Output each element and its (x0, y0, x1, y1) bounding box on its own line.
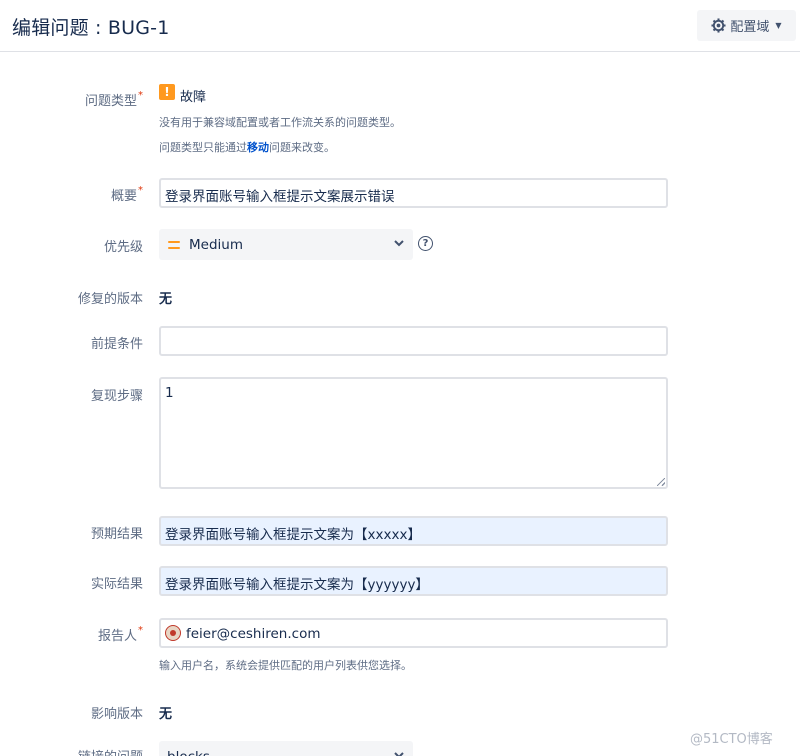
linked-issues-label: 链接的问题 (78, 746, 143, 756)
resize-handle[interactable] (657, 478, 665, 486)
issue-type-hint: 没有用于兼容域配置或者工作流关系的问题类型。 (159, 116, 401, 129)
gear-icon (711, 18, 726, 33)
linked-issues-select[interactable]: blocks (159, 741, 413, 756)
caret-down-icon: ▼ (775, 21, 782, 30)
affects-version-label: 影响版本 (90, 707, 143, 722)
page-header: 编辑问题 : BUG-1 配置域 ▼ (0, 0, 800, 52)
priority-value: Medium (189, 236, 243, 253)
issue-type-value: 故障 (180, 90, 207, 105)
summary-input[interactable]: 登录界面账号输入框提示文案展示错误 (159, 178, 668, 208)
chevron-down-icon (394, 240, 404, 247)
precondition-label: 前提条件 (90, 337, 143, 352)
priority-label: 优先级 (103, 240, 143, 255)
watermark: @51CTO博客 (690, 732, 773, 747)
expected-input[interactable]: 登录界面账号输入框提示文案为【xxxxx】 (159, 516, 668, 546)
avatar (165, 625, 181, 641)
summary-label: 概要* (110, 185, 143, 204)
issue-type-label: 问题类型* (84, 90, 143, 109)
steps-value: 1 (165, 385, 174, 401)
fix-version-label: 修复的版本 (77, 292, 143, 307)
bug-warning-icon: ! (159, 84, 175, 100)
precondition-input[interactable] (159, 326, 668, 356)
help-icon[interactable]: ? (418, 236, 433, 251)
steps-textarea[interactable]: 1 (159, 377, 668, 489)
reporter-hint: 输入用户名，系统会提供匹配的用户列表供您选择。 (159, 659, 412, 672)
reporter-value: feier@ceshiren.com (186, 626, 321, 642)
expected-label: 预期结果 (90, 527, 143, 542)
medium-priority-icon (167, 240, 181, 250)
priority-select[interactable]: Medium (159, 229, 413, 260)
configure-fields-label: 配置域 (730, 20, 770, 35)
configure-fields-button[interactable]: 配置域 ▼ (697, 10, 796, 41)
page-title: 编辑问题 : BUG-1 (12, 17, 170, 39)
chevron-down-icon (394, 752, 404, 756)
move-issue-link[interactable]: 移动 (247, 141, 269, 154)
reporter-label: 报告人* (97, 625, 143, 644)
actual-label: 实际结果 (90, 577, 143, 592)
affects-version-value: 无 (159, 707, 173, 722)
fix-version-value: 无 (159, 292, 173, 307)
actual-input[interactable]: 登录界面账号输入框提示文案为【yyyyyy】 (159, 566, 668, 596)
issue-type-move-hint: 问题类型只能通过移动问题来改变。 (159, 141, 335, 154)
reporter-input[interactable]: feier@ceshiren.com (159, 618, 668, 648)
steps-label: 复现步骤 (90, 389, 143, 404)
linked-issues-value: blocks (167, 749, 210, 756)
